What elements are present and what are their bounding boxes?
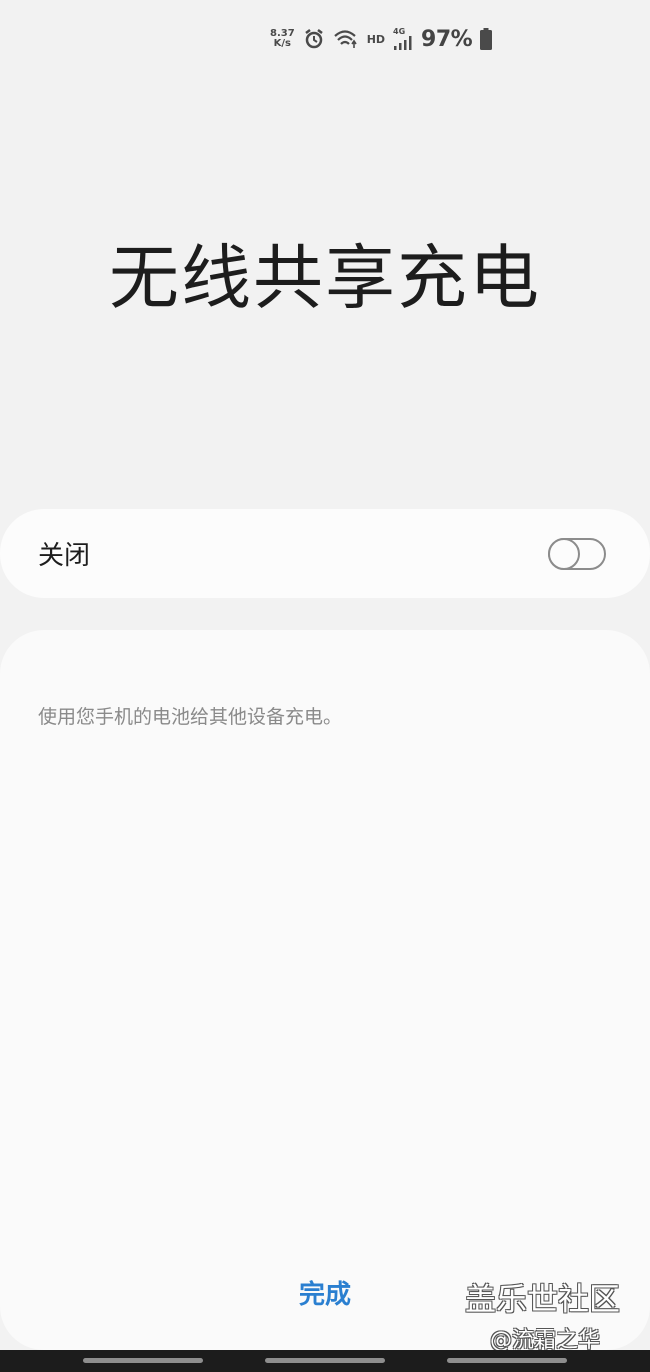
signal-bars-icon	[394, 36, 412, 50]
alarm-icon	[303, 28, 325, 50]
feature-description: 使用您手机的电池给其他设备充电。	[38, 706, 343, 728]
page-title: 无线共享充电	[109, 237, 541, 319]
nav-home-handle[interactable]	[265, 1358, 385, 1363]
nav-recents-handle[interactable]	[83, 1358, 203, 1363]
network-speed-unit: K/s	[273, 38, 292, 49]
watermark-community: 盖乐世社区	[465, 1282, 620, 1318]
hd-label: HD	[366, 32, 386, 46]
status-bar: 8.37 K/s HD 4G 97%	[270, 24, 493, 54]
cellular-signal: 4G	[393, 28, 413, 50]
toggle-state-label: 关闭	[38, 541, 91, 571]
battery-percentage: 97%	[421, 26, 473, 52]
description-card: 使用您手机的电池给其他设备充电。 完成	[0, 630, 650, 1350]
switch-knob	[548, 537, 580, 570]
network-type-label: 4G	[393, 27, 406, 36]
network-speed: 8.37 K/s	[270, 29, 295, 49]
battery-icon	[480, 28, 493, 50]
nav-back-handle[interactable]	[447, 1358, 567, 1363]
wifi-icon	[333, 28, 359, 50]
navigation-bar	[0, 1350, 650, 1372]
wireless-powershare-toggle-row[interactable]: 关闭	[0, 509, 650, 598]
powershare-switch[interactable]	[548, 537, 606, 570]
